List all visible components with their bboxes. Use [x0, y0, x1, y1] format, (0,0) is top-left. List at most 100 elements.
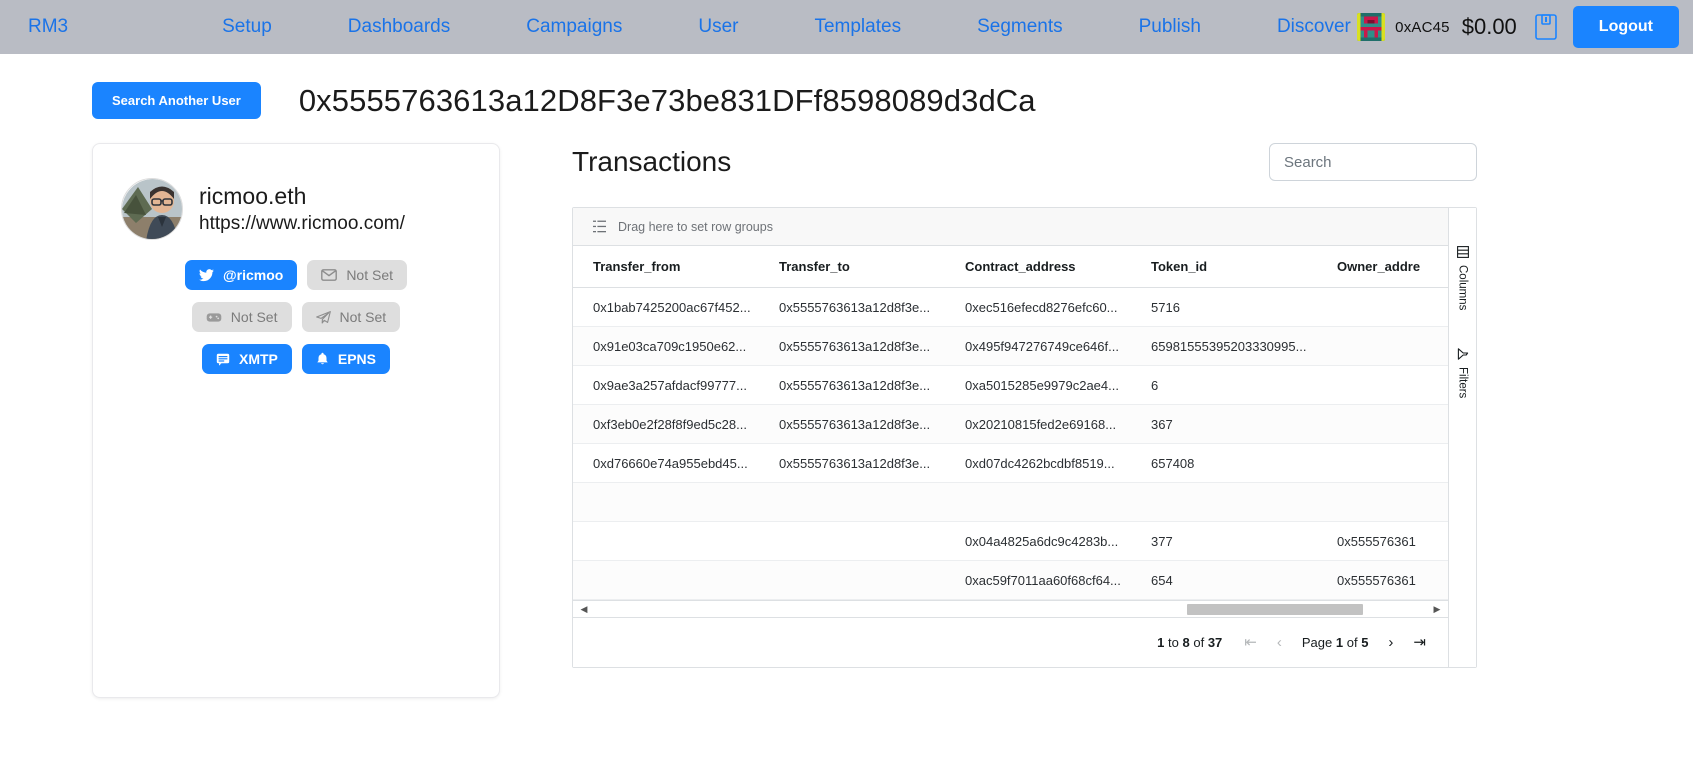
- scroll-right-arrow[interactable]: ▶: [1430, 604, 1444, 615]
- search-input[interactable]: [1269, 143, 1477, 181]
- profile-meta: ricmoo.eth https://www.ricmoo.com/: [199, 182, 405, 236]
- page-title-user-address: 0x5555763613a12D8F3e73be831DFf8598089d3d…: [298, 82, 1036, 118]
- badge-telegram[interactable]: Not Set: [301, 302, 401, 332]
- badge-discord[interactable]: Not Set: [191, 302, 292, 332]
- nav-item-setup[interactable]: Setup: [220, 12, 274, 42]
- badge-epns-label: EPNS: [337, 351, 376, 367]
- prev-page-icon[interactable]: ‹: [1277, 635, 1282, 650]
- badge-email-label: Not Set: [346, 267, 394, 283]
- table-row[interactable]: 0x04a4825a6dc9c4283b... 377 0x555576361: [573, 522, 1448, 561]
- horizontal-scrollbar[interactable]: ◀ ▶: [573, 600, 1448, 617]
- transactions-panel: Transactions Drag here to set row groups: [572, 143, 1477, 698]
- nav-item-discover[interactable]: Discover: [1275, 12, 1353, 42]
- transactions-header: Transactions: [572, 143, 1477, 181]
- pagination-page-of: of: [1346, 635, 1358, 650]
- cell-token-id: 367: [1151, 416, 1173, 432]
- cell-transfer-from: 0xf3eb0e2f28f8f9ed5c28...: [593, 416, 747, 432]
- nav-item-templates[interactable]: Templates: [812, 12, 903, 42]
- badge-email[interactable]: Not Set: [307, 260, 408, 290]
- scrollbar-thumb[interactable]: [1186, 603, 1363, 615]
- column-header-owner-address[interactable]: Owner_addre: [1317, 259, 1503, 274]
- column-header-transfer-from[interactable]: Transfer_from: [573, 259, 759, 274]
- table-row[interactable]: 0xf3eb0e2f28f8f9ed5c28... 0x5555763613a12…: [573, 405, 1448, 444]
- top-navbar: RM3 Setup Dashboards Campaigns User Temp…: [0, 0, 1693, 54]
- grid-body: 0x1bab7425200ac67f452... 0x5555763613a12d…: [573, 288, 1448, 600]
- cell-token-id: 5716: [1151, 299, 1180, 315]
- pagination-page-indicator: Page 1 of 5: [1302, 635, 1369, 650]
- column-header-contract-address[interactable]: Contract_address: [945, 259, 1131, 274]
- badge-row-3: XMTP EPNS: [121, 344, 471, 374]
- profile-badges: @ricmoo Not Set Not Set Not Set XMTP EPN…: [93, 260, 499, 374]
- bell-icon: [317, 352, 328, 365]
- cell-contract-address: 0xac59f7011aa60f68cf64...: [965, 572, 1121, 588]
- table-row[interactable]: 0x1bab7425200ac67f452... 0x5555763613a12d…: [573, 288, 1448, 327]
- table-row[interactable]: 0xac59f7011aa60f68cf64... 654 0x555576361: [573, 561, 1448, 600]
- nav-item-user[interactable]: User: [696, 12, 740, 42]
- columns-grid-icon: [1456, 246, 1469, 258]
- column-header-transfer-to[interactable]: Transfer_to: [759, 259, 945, 274]
- column-header-token-id[interactable]: Token_id: [1131, 259, 1317, 274]
- cell-contract-address: 0xa5015285e9979c2ae4...: [965, 377, 1119, 393]
- telegram-icon: [315, 310, 331, 324]
- pagination-summary: 1 to 8 of 37: [1157, 635, 1222, 650]
- nav-item-dashboards[interactable]: Dashboards: [346, 12, 452, 42]
- pagination-range-start: 1: [1157, 635, 1165, 650]
- nav-item-campaigns[interactable]: Campaigns: [524, 12, 624, 42]
- pagination-range-end: 8: [1182, 635, 1190, 650]
- cell-transfer-to: 0x5555763613a12d8f3e...: [779, 455, 931, 471]
- cell-token-id: 654: [1151, 572, 1173, 588]
- tool-panel-tab-columns[interactable]: Columns: [1457, 242, 1469, 314]
- pagination-total: 37: [1207, 635, 1223, 650]
- cell-owner-addre: 0x555576361: [1337, 533, 1416, 549]
- search-another-user-button[interactable]: Search Another User: [92, 82, 261, 119]
- scroll-left-arrow[interactable]: ◀: [577, 604, 591, 615]
- filter-funnel-icon: [1457, 348, 1468, 361]
- table-row[interactable]: 0xd76660e74a955ebd45... 0x5555763613a12d8…: [573, 444, 1448, 483]
- grid-tool-panel: Columns Filters: [1448, 208, 1476, 667]
- cell-contract-address: 0x20210815fed2e69168...: [965, 416, 1117, 432]
- profile-url[interactable]: https://www.ricmoo.com/: [199, 211, 405, 237]
- cell-contract-address: 0xec516efecd8276efc60...: [965, 299, 1118, 315]
- save-disk-icon[interactable]: [1534, 14, 1557, 40]
- badge-epns[interactable]: EPNS: [301, 344, 390, 374]
- logout-button[interactable]: Logout: [1572, 6, 1679, 48]
- cell-transfer-from: 0x91e03ca709c1950e62...: [593, 338, 747, 354]
- nav-item-publish[interactable]: Publish: [1137, 12, 1203, 42]
- wallet-blockie-avatar: [1357, 13, 1386, 41]
- nav-brand-rm3[interactable]: RM3: [26, 12, 70, 42]
- pagination-page-word: Page: [1301, 635, 1333, 650]
- last-page-icon[interactable]: ⇥: [1413, 635, 1426, 650]
- scrollbar-track[interactable]: [591, 603, 1430, 615]
- discord-icon: [206, 312, 222, 322]
- badge-xmtp[interactable]: XMTP: [201, 344, 292, 374]
- avatar: [121, 178, 183, 240]
- tool-panel-filters-label: Filters: [1456, 367, 1469, 399]
- cell-transfer-from: 0x9ae3a257afdacf99777...: [593, 377, 747, 393]
- wallet-balance-label: $0.00: [1461, 14, 1517, 39]
- main-content: ricmoo.eth https://www.ricmoo.com/ @ricm…: [0, 119, 1693, 698]
- table-row[interactable]: 0x9ae3a257afdacf99777... 0x5555763613a12d…: [573, 366, 1448, 405]
- cell-contract-address: 0x04a4825a6dc9c4283b...: [965, 533, 1119, 549]
- tool-panel-tab-filters[interactable]: Filters: [1457, 344, 1469, 402]
- grid-main: Drag here to set row groups Transfer_fro…: [573, 208, 1448, 667]
- email-icon: [321, 269, 338, 281]
- twitter-icon: [199, 268, 214, 281]
- pagination-to-word: to: [1168, 635, 1179, 650]
- cell-contract-address: 0xd07dc4262bcdbf8519...: [965, 455, 1115, 471]
- table-row[interactable]: 0x91e03ca709c1950e62... 0x5555763613a12d8…: [573, 327, 1448, 366]
- first-page-icon[interactable]: ⇤: [1244, 635, 1257, 650]
- cell-transfer-to: 0x5555763613a12d8f3e...: [779, 299, 931, 315]
- cell-token-id: 377: [1151, 533, 1173, 549]
- row-group-dropzone[interactable]: Drag here to set row groups: [573, 208, 1448, 246]
- cell-transfer-to: 0x5555763613a12d8f3e...: [779, 338, 931, 354]
- next-page-icon[interactable]: ›: [1388, 635, 1393, 650]
- transactions-title: Transactions: [572, 146, 732, 177]
- nav-item-segments[interactable]: Segments: [975, 12, 1065, 42]
- cell-owner-addre: 0x555576361: [1337, 572, 1416, 588]
- row-group-icon: [593, 220, 606, 233]
- row-group-hint: Drag here to set row groups: [618, 219, 773, 234]
- table-row[interactable]: [573, 483, 1448, 522]
- badge-twitter[interactable]: @ricmoo: [184, 260, 298, 290]
- cell-transfer-to: 0x5555763613a12d8f3e...: [779, 416, 931, 432]
- cell-contract-address: 0x495f947276749ce646f...: [965, 338, 1119, 354]
